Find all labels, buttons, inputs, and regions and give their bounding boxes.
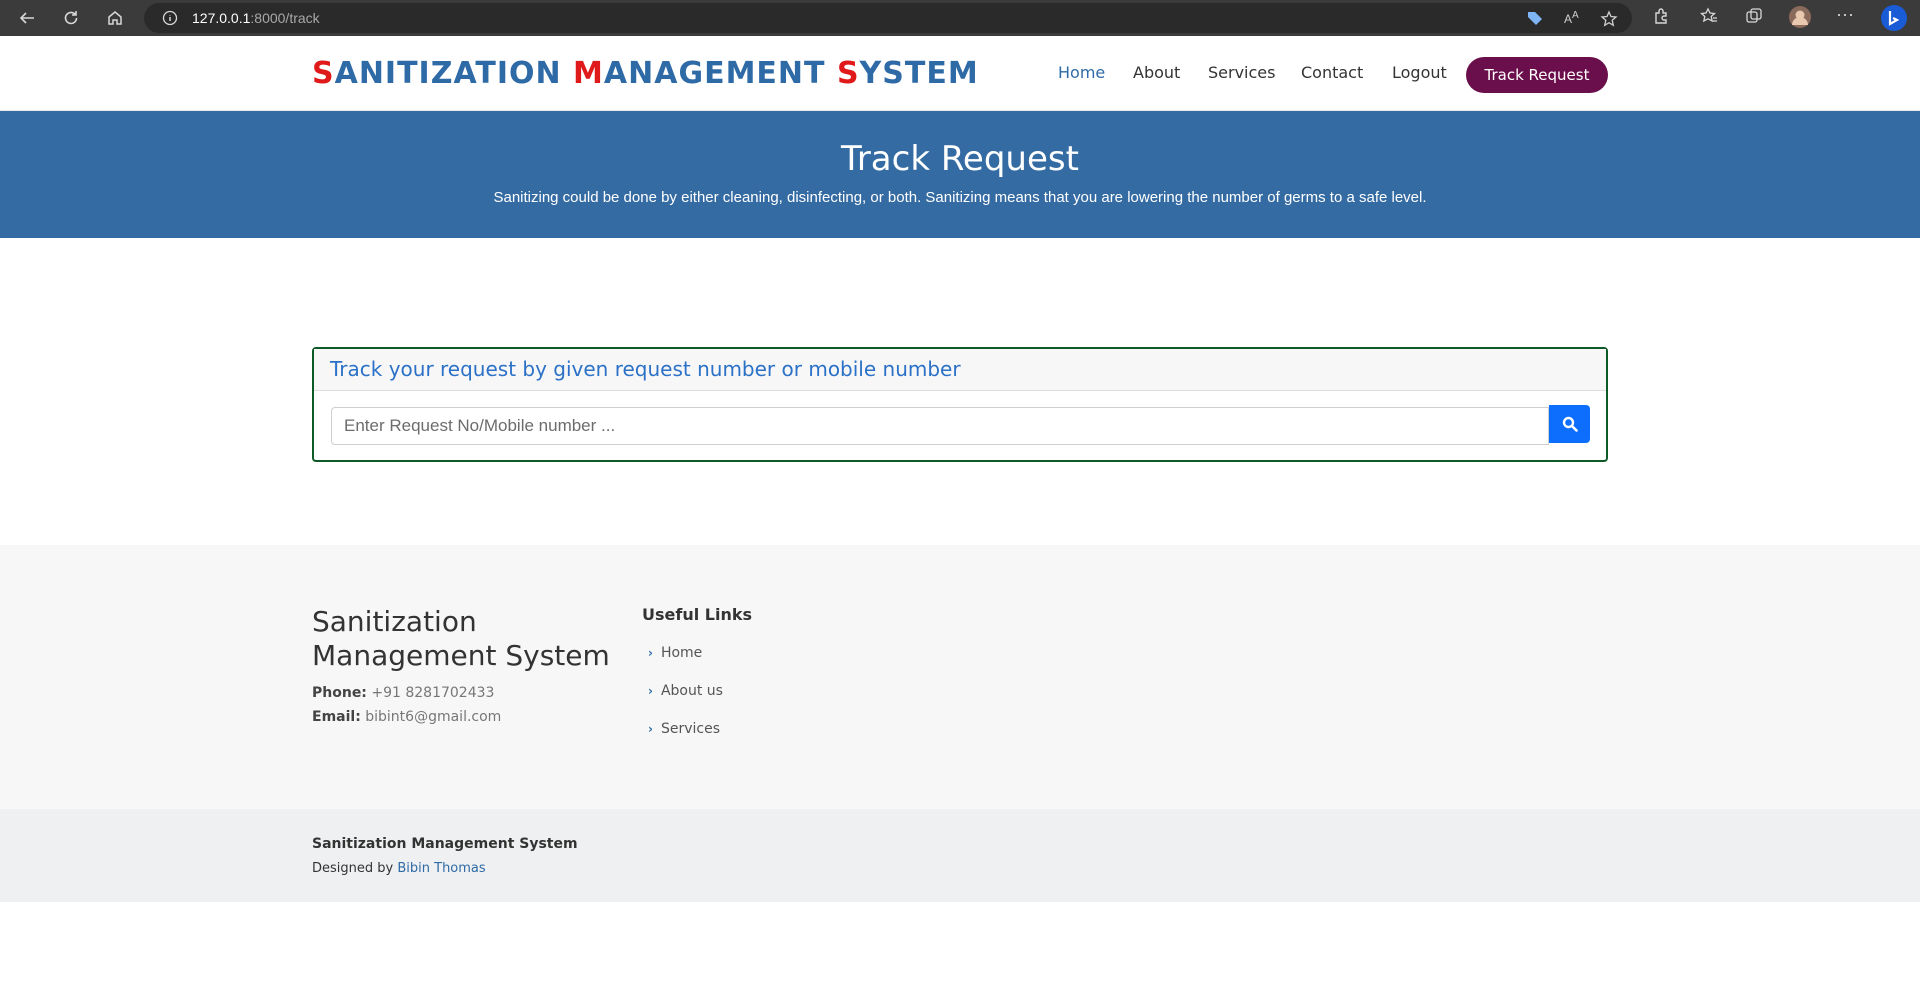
- bing-copilot-icon[interactable]: [1880, 4, 1908, 37]
- author-link[interactable]: Bibin Thomas: [397, 861, 485, 876]
- footer-email: Email: bibint6@gmail.com: [312, 709, 502, 725]
- chevron-right-icon: ›: [648, 646, 653, 660]
- card-title: Track your request by given request numb…: [330, 357, 961, 381]
- footer-link-services[interactable]: › Services: [648, 721, 720, 737]
- search-icon: [1562, 416, 1578, 432]
- chevron-right-icon: ›: [648, 722, 653, 736]
- page-hero: Track Request Sanitizing could be done b…: [0, 111, 1920, 238]
- chevron-right-icon: ›: [648, 684, 653, 698]
- favorites-icon[interactable]: [1699, 7, 1718, 30]
- nav-contact[interactable]: Contact: [1301, 63, 1363, 82]
- track-request-card: Track your request by given request numb…: [312, 347, 1608, 462]
- reload-icon[interactable]: [58, 6, 84, 30]
- address-bar[interactable]: 127.0.0.1:8000/track AA: [144, 3, 1632, 33]
- track-request-button[interactable]: Track Request: [1466, 57, 1608, 93]
- designed-by: Designed by Bibin Thomas: [312, 861, 486, 876]
- nav-home[interactable]: Home: [1058, 63, 1105, 82]
- back-icon[interactable]: [14, 6, 40, 30]
- nav-logout[interactable]: Logout: [1392, 63, 1447, 82]
- tag-icon[interactable]: [1526, 10, 1544, 31]
- site-logo[interactable]: SANITIZATION MANAGEMENT SYSTEM: [312, 56, 979, 91]
- footer-phone: Phone: +91 8281702433: [312, 685, 495, 701]
- nav-services[interactable]: Services: [1208, 63, 1275, 82]
- copyright-name: Sanitization Management System: [312, 836, 578, 852]
- footer-link-home[interactable]: › Home: [648, 645, 702, 661]
- footer-link-about[interactable]: › About us: [648, 683, 723, 699]
- profile-avatar-icon[interactable]: [1788, 5, 1812, 34]
- read-aloud-icon[interactable]: AA: [1564, 10, 1579, 26]
- home-icon[interactable]: [102, 6, 128, 30]
- browser-toolbar: 127.0.0.1:8000/track AA ···: [0, 0, 1920, 36]
- favorite-add-icon[interactable]: [1600, 10, 1618, 33]
- extensions-icon[interactable]: [1652, 7, 1670, 30]
- site-header: SANITIZATION MANAGEMENT SYSTEM Home Abou…: [0, 36, 1920, 111]
- page-title: Track Request: [841, 139, 1079, 179]
- collections-icon[interactable]: [1745, 7, 1763, 30]
- site-footer: Sanitization Management System Phone: +9…: [0, 545, 1920, 809]
- card-header: Track your request by given request numb…: [314, 349, 1606, 391]
- useful-links-heading: Useful Links: [642, 605, 753, 624]
- search-input[interactable]: [331, 407, 1549, 445]
- nav-about[interactable]: About: [1133, 63, 1180, 82]
- url-text: 127.0.0.1:8000/track: [192, 10, 320, 26]
- page-subtitle: Sanitizing could be done by either clean…: [493, 189, 1427, 206]
- search-button[interactable]: [1549, 405, 1590, 443]
- copyright-bar: Sanitization Management System Designed …: [0, 809, 1920, 902]
- footer-title: Sanitization Management System: [312, 605, 610, 672]
- site-info-icon[interactable]: [162, 10, 178, 31]
- more-icon[interactable]: ···: [1836, 4, 1854, 25]
